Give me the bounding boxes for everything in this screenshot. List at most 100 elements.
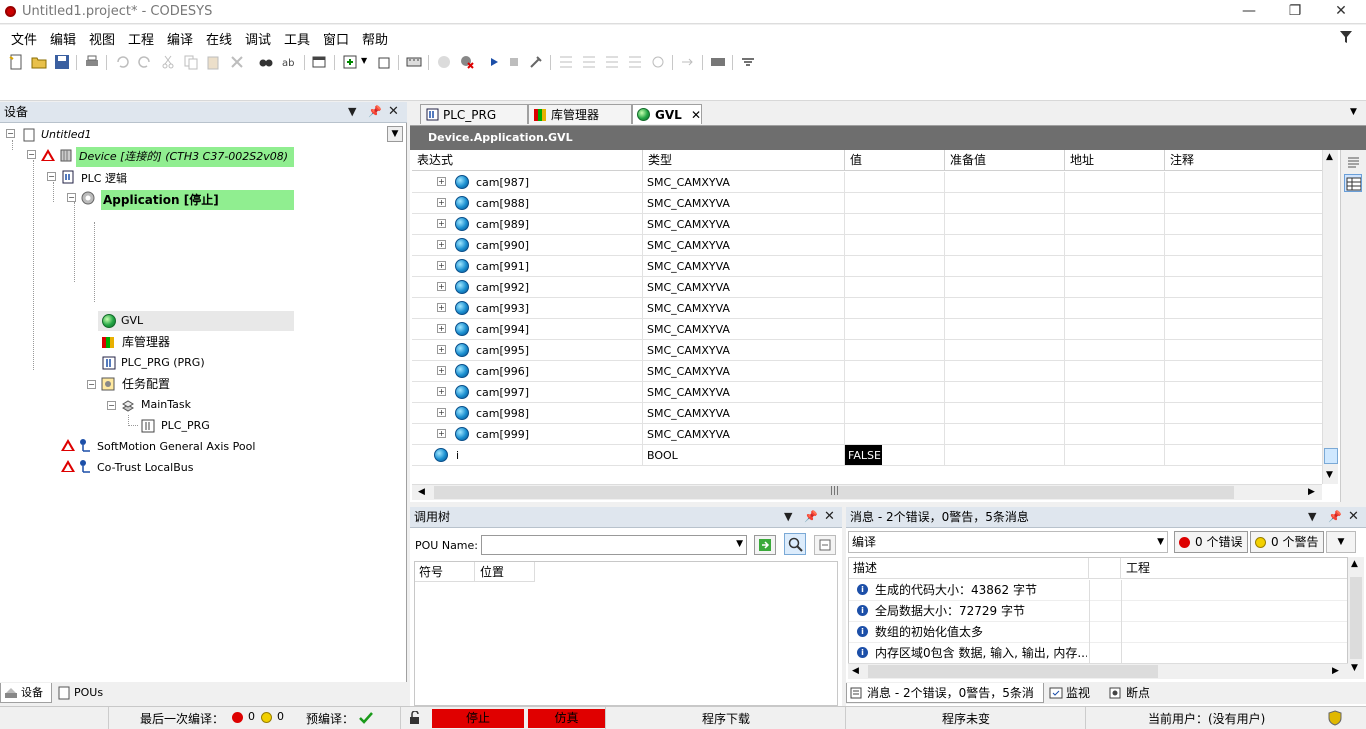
tab-library-manager[interactable]: 库管理器 <box>528 104 632 124</box>
table-row[interactable]: + cam[999] SMC_CAMXYVA <box>412 424 1332 445</box>
cell-comment[interactable] <box>1165 424 1332 445</box>
restore-button[interactable]: ❐ <box>1272 0 1318 24</box>
grid-vertical-scrollbar[interactable]: ▲ ▼ <box>1322 150 1338 484</box>
cell-prepared-value[interactable] <box>945 424 1065 445</box>
filter-arrow-icon[interactable]: ▼ <box>1157 532 1164 552</box>
breakpoint-icon[interactable] <box>627 54 643 70</box>
message-row[interactable]: i 内存区域0包含 数据, 输入, 输出, 内存... <box>849 643 1347 664</box>
message-filter-select[interactable]: 编译 ▼ <box>848 531 1168 553</box>
cell-comment[interactable] <box>1165 214 1332 235</box>
filter-icon[interactable] <box>1339 30 1353 44</box>
cell-address[interactable] <box>1065 193 1165 214</box>
menu-project[interactable]: 工程 <box>128 29 154 48</box>
cell-prepared-value[interactable] <box>945 382 1065 403</box>
cell-type[interactable]: SMC_CAMXYVA <box>643 193 845 214</box>
cell-comment[interactable] <box>1165 172 1332 193</box>
col-address[interactable]: 地址 <box>1065 150 1165 171</box>
cell-comment[interactable] <box>1165 277 1332 298</box>
message-row[interactable]: i 全局数据大小：72729 字节 <box>849 601 1347 622</box>
table-row[interactable]: + cam[997] SMC_CAMXYVA <box>412 382 1332 403</box>
expand-row-icon[interactable]: + <box>437 198 446 207</box>
cell-prepared-value[interactable] <box>945 319 1065 340</box>
tree-item-plc-logic[interactable]: PLC 逻辑 <box>81 169 127 189</box>
cell-value[interactable] <box>845 277 945 298</box>
expand-toggle-plc-logic[interactable]: − <box>47 172 56 181</box>
col-type[interactable]: 类型 <box>643 150 845 171</box>
tab-close-icon[interactable]: ✕ <box>691 105 701 125</box>
run-icon[interactable] <box>486 54 502 70</box>
cell-address[interactable] <box>1065 235 1165 256</box>
cell-address[interactable] <box>1065 319 1165 340</box>
paste-icon[interactable] <box>206 54 222 70</box>
cell-address[interactable] <box>1065 298 1165 319</box>
panel-close-icon[interactable]: ✕ <box>388 102 399 122</box>
cell-comment[interactable] <box>1165 361 1332 382</box>
cell-value[interactable] <box>845 403 945 424</box>
expand-row-icon[interactable]: + <box>437 219 446 228</box>
tab-list-dropdown-icon[interactable]: ▼ <box>1350 107 1357 117</box>
cell-value[interactable]: FALSE <box>845 445 945 466</box>
tree-item-device[interactable]: Device [连接的] (CTH3 C37-002S2v08) <box>76 147 294 167</box>
expand-row-icon[interactable]: + <box>437 429 446 438</box>
tree-item-application[interactable]: Application [停止] <box>101 190 294 210</box>
menu-edit[interactable]: 编辑 <box>50 29 76 48</box>
insert-icon[interactable] <box>376 54 392 70</box>
expand-toggle-main-task[interactable]: − <box>107 401 116 410</box>
save-icon[interactable] <box>54 54 70 70</box>
pin-icon[interactable]: 📌 <box>368 102 382 122</box>
cell-expression[interactable]: + cam[997] <box>412 382 643 403</box>
messages-close-icon[interactable]: ✕ <box>1348 507 1359 527</box>
col-project[interactable]: 工程 <box>1121 558 1347 579</box>
cut-icon[interactable] <box>160 54 176 70</box>
table-row[interactable]: + cam[998] SMC_CAMXYVA <box>412 403 1332 424</box>
expand-toggle-device[interactable]: − <box>27 150 36 159</box>
cell-type[interactable]: SMC_CAMXYVA <box>643 361 845 382</box>
msg-scroll-thumb[interactable] <box>1350 577 1362 659</box>
tree-item-localbus[interactable]: Co-Trust LocalBus <box>97 458 193 478</box>
table-row[interactable]: + cam[988] SMC_CAMXYVA <box>412 193 1332 214</box>
tree-item-gvl[interactable]: GVL <box>121 311 143 331</box>
value-badge[interactable]: FALSE <box>845 445 882 465</box>
close-button[interactable]: ✕ <box>1318 0 1364 24</box>
cell-type[interactable]: SMC_CAMXYVA <box>643 214 845 235</box>
reset-icon[interactable] <box>528 54 544 70</box>
force-icon[interactable] <box>710 54 726 70</box>
messages-pin-icon[interactable]: 📌 <box>1328 507 1342 527</box>
table-row[interactable]: + cam[989] SMC_CAMXYVA <box>412 214 1332 235</box>
cell-type[interactable]: BOOL <box>643 445 845 466</box>
cell-prepared-value[interactable] <box>945 361 1065 382</box>
cell-type[interactable]: SMC_CAMXYVA <box>643 298 845 319</box>
find-icon[interactable] <box>258 54 274 70</box>
export-button[interactable] <box>814 535 836 555</box>
go-button[interactable] <box>754 535 776 555</box>
tab-watch[interactable]: 监视 1 <box>1046 683 1104 720</box>
table-row[interactable]: + cam[995] SMC_CAMXYVA <box>412 340 1332 361</box>
menu-debug[interactable]: 调试 <box>245 29 271 48</box>
cell-comment[interactable] <box>1165 403 1332 424</box>
step-over-icon[interactable] <box>558 54 574 70</box>
add-object-icon[interactable] <box>342 54 358 70</box>
cell-type[interactable]: SMC_CAMXYVA <box>643 172 845 193</box>
msg-hscroll-thumb[interactable] <box>868 665 1158 678</box>
cell-type[interactable]: SMC_CAMXYVA <box>643 424 845 445</box>
new-file-icon[interactable] <box>8 54 24 70</box>
cell-value[interactable] <box>845 319 945 340</box>
print-icon[interactable] <box>84 54 100 70</box>
cell-value[interactable] <box>845 361 945 382</box>
expand-row-icon[interactable]: + <box>437 303 446 312</box>
cell-comment[interactable] <box>1165 298 1332 319</box>
col-prepared-value[interactable]: 准备值 <box>945 150 1065 171</box>
expand-toggle-task-config[interactable]: − <box>87 380 96 389</box>
col-symbol[interactable]: 符号 <box>415 562 475 582</box>
cell-prepared-value[interactable] <box>945 256 1065 277</box>
open-folder-icon[interactable] <box>31 54 47 70</box>
cycle-icon[interactable] <box>650 54 666 70</box>
cell-prepared-value[interactable] <box>945 193 1065 214</box>
cell-type[interactable]: SMC_CAMXYVA <box>643 235 845 256</box>
cell-address[interactable] <box>1065 445 1165 466</box>
col-comment[interactable]: 注释 <box>1165 150 1332 171</box>
cell-value[interactable] <box>845 424 945 445</box>
dropdown-arrow-icon[interactable]: ▼ <box>361 56 367 65</box>
menu-online[interactable]: 在线 <box>206 29 232 48</box>
combobox-arrow-icon[interactable]: ▼ <box>736 539 743 549</box>
